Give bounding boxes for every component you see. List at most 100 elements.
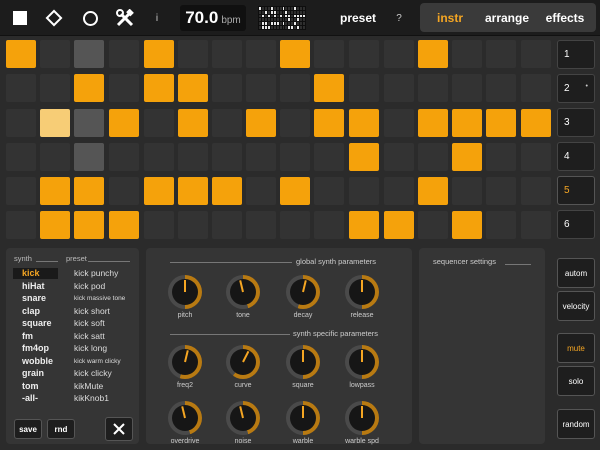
step-cell[interactable] [40,109,70,137]
step-cell[interactable] [418,109,448,137]
random-button[interactable]: random [557,409,595,439]
synth-item[interactable]: kick [13,268,58,279]
preset-item[interactable]: kick punchy [74,268,118,278]
voice-button-4[interactable]: 4 [557,142,595,171]
preset-item[interactable]: kikKnob1 [74,393,109,403]
synth-item[interactable]: square [13,318,58,329]
step-cell[interactable] [178,74,208,102]
step-cell[interactable] [384,109,414,137]
step-cell[interactable] [178,109,208,137]
step-cell[interactable] [74,109,104,137]
pattern-overview[interactable] [258,6,306,30]
noise-knob[interactable] [226,401,260,435]
step-cell[interactable] [280,211,310,239]
lowpass-knob[interactable] [345,345,379,379]
step-cell[interactable] [280,74,310,102]
step-cell[interactable] [144,177,174,205]
step-cell[interactable] [486,40,516,68]
autom-button[interactable]: autom [557,258,595,288]
step-cell[interactable] [246,177,276,205]
voice-button-3[interactable]: 3 [557,108,595,137]
tone-knob[interactable] [226,275,260,309]
step-cell[interactable] [246,143,276,171]
step-cell[interactable] [109,177,139,205]
step-cell[interactable] [486,177,516,205]
voice-button-6[interactable]: 6 [557,210,595,239]
step-cell[interactable] [521,74,551,102]
step-cell[interactable] [521,211,551,239]
step-cell[interactable] [280,40,310,68]
step-cell[interactable] [212,211,242,239]
bpm-display[interactable]: 70.0 bpm [180,5,246,31]
step-cell[interactable] [349,143,379,171]
preset-item[interactable]: kick massive tone [74,295,125,302]
tab-effects[interactable]: effects [538,3,592,32]
step-cell[interactable] [144,40,174,68]
step-cell[interactable] [74,40,104,68]
step-cell[interactable] [40,40,70,68]
step-cell[interactable] [314,211,344,239]
tools-button[interactable] [112,0,138,36]
shape-button[interactable] [42,0,66,36]
step-cell[interactable] [314,40,344,68]
step-cell[interactable] [40,177,70,205]
step-cell[interactable] [521,177,551,205]
curve-knob[interactable] [226,345,260,379]
step-cell[interactable] [74,211,104,239]
step-cell[interactable] [452,74,482,102]
preset-button[interactable]: preset [332,0,384,36]
synth-item[interactable]: fm4op [13,343,58,354]
step-cell[interactable] [212,177,242,205]
stop-button[interactable] [8,0,32,36]
pitch-knob[interactable] [168,275,202,309]
square-knob[interactable] [286,345,320,379]
step-cell[interactable] [349,109,379,137]
step-cell[interactable] [384,74,414,102]
step-cell[interactable] [418,40,448,68]
step-cell[interactable] [246,74,276,102]
step-cell[interactable] [384,143,414,171]
step-cell[interactable] [246,109,276,137]
step-cell[interactable] [144,143,174,171]
decay-knob[interactable] [286,275,320,309]
step-cell[interactable] [418,143,448,171]
step-cell[interactable] [109,109,139,137]
step-cell[interactable] [280,143,310,171]
step-cell[interactable] [40,143,70,171]
step-cell[interactable] [384,40,414,68]
step-cell[interactable] [418,74,448,102]
warble-knob[interactable] [286,401,320,435]
voice-button-1[interactable]: 1 [557,40,595,69]
synth-item[interactable]: fm [13,331,58,342]
step-cell[interactable] [6,143,36,171]
step-cell[interactable] [6,177,36,205]
step-cell[interactable] [452,109,482,137]
step-cell[interactable] [6,40,36,68]
freq2-knob[interactable] [168,345,202,379]
preset-item[interactable]: kick soft [74,318,105,328]
step-cell[interactable] [144,211,174,239]
step-cell[interactable] [40,74,70,102]
step-cell[interactable] [349,74,379,102]
step-cell[interactable] [246,211,276,239]
step-cell[interactable] [452,177,482,205]
step-cell[interactable] [178,211,208,239]
step-cell[interactable] [418,177,448,205]
step-cell[interactable] [521,143,551,171]
step-cell[interactable] [212,143,242,171]
step-cell[interactable] [486,211,516,239]
preset-item[interactable]: kikMute [74,381,103,391]
step-cell[interactable] [178,143,208,171]
step-cell[interactable] [74,177,104,205]
preset-item[interactable]: kick long [74,343,107,353]
step-cell[interactable] [109,211,139,239]
voice-button-2[interactable]: 2 • [557,74,595,103]
step-cell[interactable] [246,40,276,68]
step-cell[interactable] [349,40,379,68]
step-cell[interactable] [144,109,174,137]
step-cell[interactable] [418,211,448,239]
step-cell[interactable] [486,109,516,137]
help-button[interactable]: ? [390,0,408,36]
step-cell[interactable] [521,40,551,68]
step-cell[interactable] [74,74,104,102]
